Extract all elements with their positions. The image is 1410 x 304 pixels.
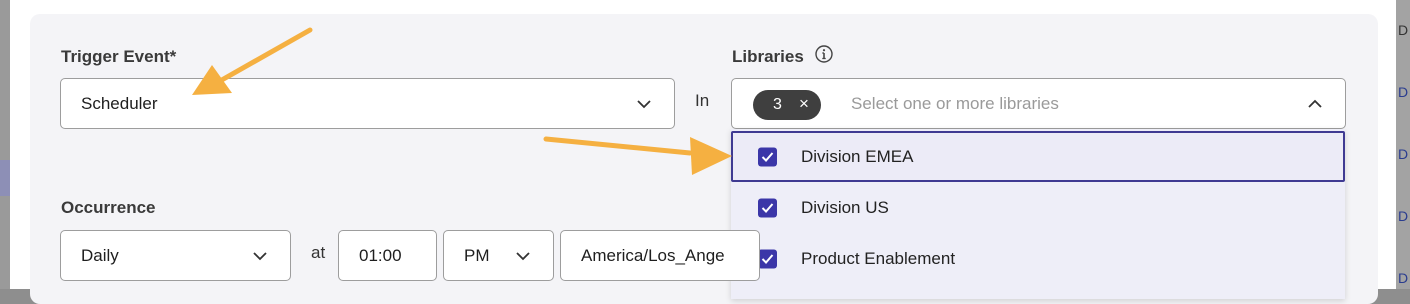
frequency-value: Daily [81,245,119,265]
chevron-up-icon [1308,99,1322,109]
time-value: 01:00 [359,245,402,265]
background-letter: D [1398,146,1409,162]
timezone-select[interactable]: America/Los_Ange [560,230,760,281]
chevron-down-icon [253,251,267,261]
chevron-down-icon [516,251,530,261]
clear-selection-icon[interactable]: × [799,94,809,114]
time-input[interactable]: 01:00 [338,230,437,281]
background-letter: D [1398,84,1409,100]
selected-count: 3 [773,96,782,113]
timezone-value: America/Los_Ange [581,245,725,265]
background-overlay-right: D D D D D [1396,0,1410,289]
libraries-label: Libraries [732,47,804,66]
annotation-arrow-libraries [543,136,732,175]
trigger-event-value: Scheduler [81,93,158,113]
checkbox-checked-icon[interactable] [758,147,777,166]
ampm-value: PM [464,245,490,265]
checkbox-checked-icon[interactable] [758,249,777,268]
background-row-highlight [0,160,10,196]
in-connector-text: In [695,91,710,110]
background-overlay-left [0,0,10,289]
checkbox-checked-icon[interactable] [758,198,777,217]
background-letter: D [1398,270,1409,286]
occurrence-label: Occurrence [61,198,156,217]
option-division-us[interactable]: Division US [731,182,1345,233]
option-product-enablement[interactable]: Product Enablement [731,233,1345,284]
info-icon[interactable] [815,45,833,63]
at-text: at [311,243,326,262]
background-letter: D [1398,22,1409,38]
occurrence-frequency-select[interactable]: Daily [60,230,291,281]
trigger-event-label: Trigger Event* [61,47,177,66]
option-label: Product Enablement [801,248,956,268]
option-label: Division US [801,197,889,217]
libraries-dropdown-list: Division EMEA Division US Product Enable… [731,129,1345,299]
libraries-search-input[interactable]: Select one or more libraries [851,94,1059,114]
ampm-select[interactable]: PM [443,230,554,281]
annotation-arrow-trigger [192,27,313,95]
background-letter: D [1398,208,1409,224]
trigger-event-select[interactable]: Scheduler [60,78,675,129]
selected-count-chip[interactable]: 3 × [753,90,821,120]
chevron-down-icon [637,99,651,109]
option-label: Division EMEA [801,146,914,166]
option-division-emea[interactable]: Division EMEA [731,131,1345,182]
